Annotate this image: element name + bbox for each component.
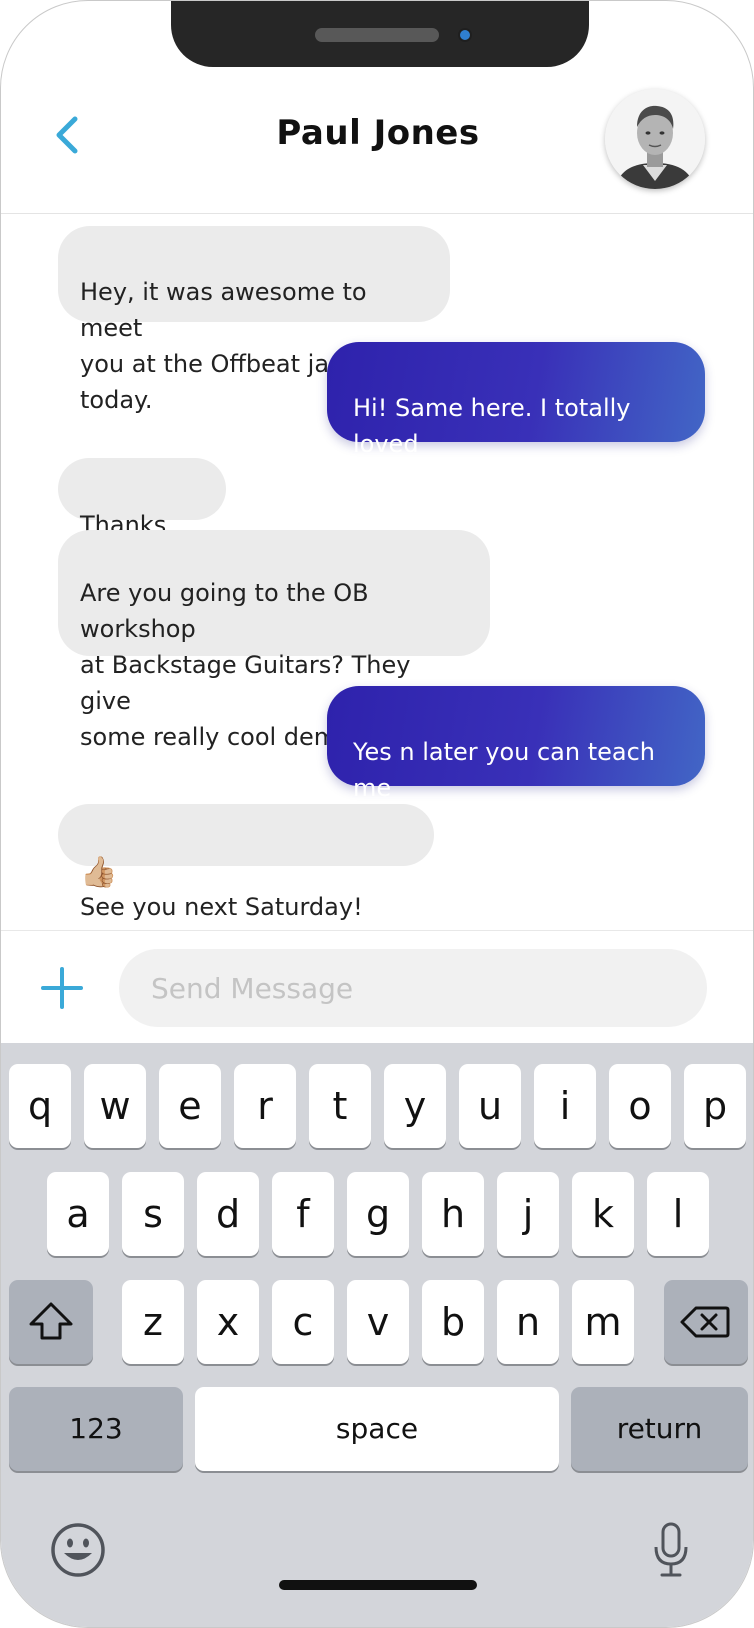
message-bubble-outgoing: Hi! Same here. I totally loved that riff… — [327, 342, 705, 494]
attach-button[interactable] — [39, 965, 85, 1011]
key-e[interactable]: e — [159, 1064, 221, 1148]
key-t[interactable]: t — [309, 1064, 371, 1148]
thumbs-up-icon: 👍🏼 — [80, 855, 118, 890]
phone-screen: Paul Jones Hey, it was awesome to meet y… — [0, 0, 754, 1628]
shift-key[interactable] — [9, 1280, 93, 1364]
speaker-grille — [315, 28, 439, 42]
key-h[interactable]: h — [422, 1172, 484, 1256]
device-notch — [171, 1, 589, 67]
message-text: See you next Saturday! — [80, 893, 363, 921]
key-u[interactable]: u — [459, 1064, 521, 1148]
message-bubble-incoming: Thanks 😊 — [58, 458, 226, 578]
key-a[interactable]: a — [47, 1172, 109, 1256]
message-text: Hi! Same here. I totally loved that riff… — [353, 394, 631, 494]
chat-header: Paul Jones — [1, 67, 753, 214]
back-button[interactable] — [45, 107, 91, 163]
key-r[interactable]: r — [234, 1064, 296, 1148]
key-c[interactable]: c — [272, 1280, 334, 1364]
dictation-button[interactable] — [651, 1521, 691, 1579]
key-i[interactable]: i — [534, 1064, 596, 1148]
emoji-button[interactable] — [49, 1521, 107, 1579]
key-j[interactable]: j — [497, 1172, 559, 1256]
key-n[interactable]: n — [497, 1280, 559, 1364]
key-m[interactable]: m — [572, 1280, 634, 1364]
key-y[interactable]: y — [384, 1064, 446, 1148]
message-bubble-outgoing: Yes n later you can teach me how to play… — [327, 686, 705, 877]
key-k[interactable]: k — [572, 1172, 634, 1256]
contact-name: Paul Jones — [276, 113, 480, 153]
key-x[interactable]: x — [197, 1280, 259, 1364]
microphone-icon — [654, 1522, 688, 1577]
key-w[interactable]: w — [84, 1064, 146, 1148]
key-q[interactable]: q — [9, 1064, 71, 1148]
return-key[interactable]: return — [571, 1387, 748, 1471]
key-p[interactable]: p — [684, 1064, 746, 1148]
message-composer — [1, 931, 753, 1043]
key-b[interactable]: b — [422, 1280, 484, 1364]
contact-avatar[interactable] — [605, 89, 705, 189]
front-camera — [458, 28, 472, 42]
shift-icon — [29, 1302, 73, 1340]
message-list: Hey, it was awesome to meet you at the O… — [1, 214, 753, 931]
key-o[interactable]: o — [609, 1064, 671, 1148]
message-bubble-incoming: 👍🏼 See you next Saturday! — [58, 804, 434, 921]
key-l[interactable]: l — [647, 1172, 709, 1256]
key-f[interactable]: f — [272, 1172, 334, 1256]
key-g[interactable]: g — [347, 1172, 409, 1256]
onscreen-keyboard: q w e r t y u i o p a s d f g h j k l z … — [1, 1043, 753, 1627]
home-indicator[interactable] — [279, 1580, 477, 1590]
chevron-left-icon — [56, 116, 78, 154]
key-s[interactable]: s — [122, 1172, 184, 1256]
message-bubble-incoming: Hey, it was awesome to meet you at the O… — [58, 226, 450, 414]
avatar-portrait — [605, 89, 705, 189]
message-bubble-incoming: Are you going to the OB workshop at Back… — [58, 530, 490, 751]
space-key[interactable]: space — [195, 1387, 559, 1471]
key-d[interactable]: d — [197, 1172, 259, 1256]
message-input[interactable] — [119, 949, 707, 1027]
backspace-icon — [680, 1306, 730, 1338]
key-z[interactable]: z — [122, 1280, 184, 1364]
message-text: Hey, it was awesome to meet you at the O… — [80, 278, 367, 414]
smiley-icon — [51, 1523, 105, 1577]
delete-key[interactable] — [664, 1280, 748, 1364]
key-v[interactable]: v — [347, 1280, 409, 1364]
numbers-key[interactable]: 123 — [9, 1387, 183, 1471]
